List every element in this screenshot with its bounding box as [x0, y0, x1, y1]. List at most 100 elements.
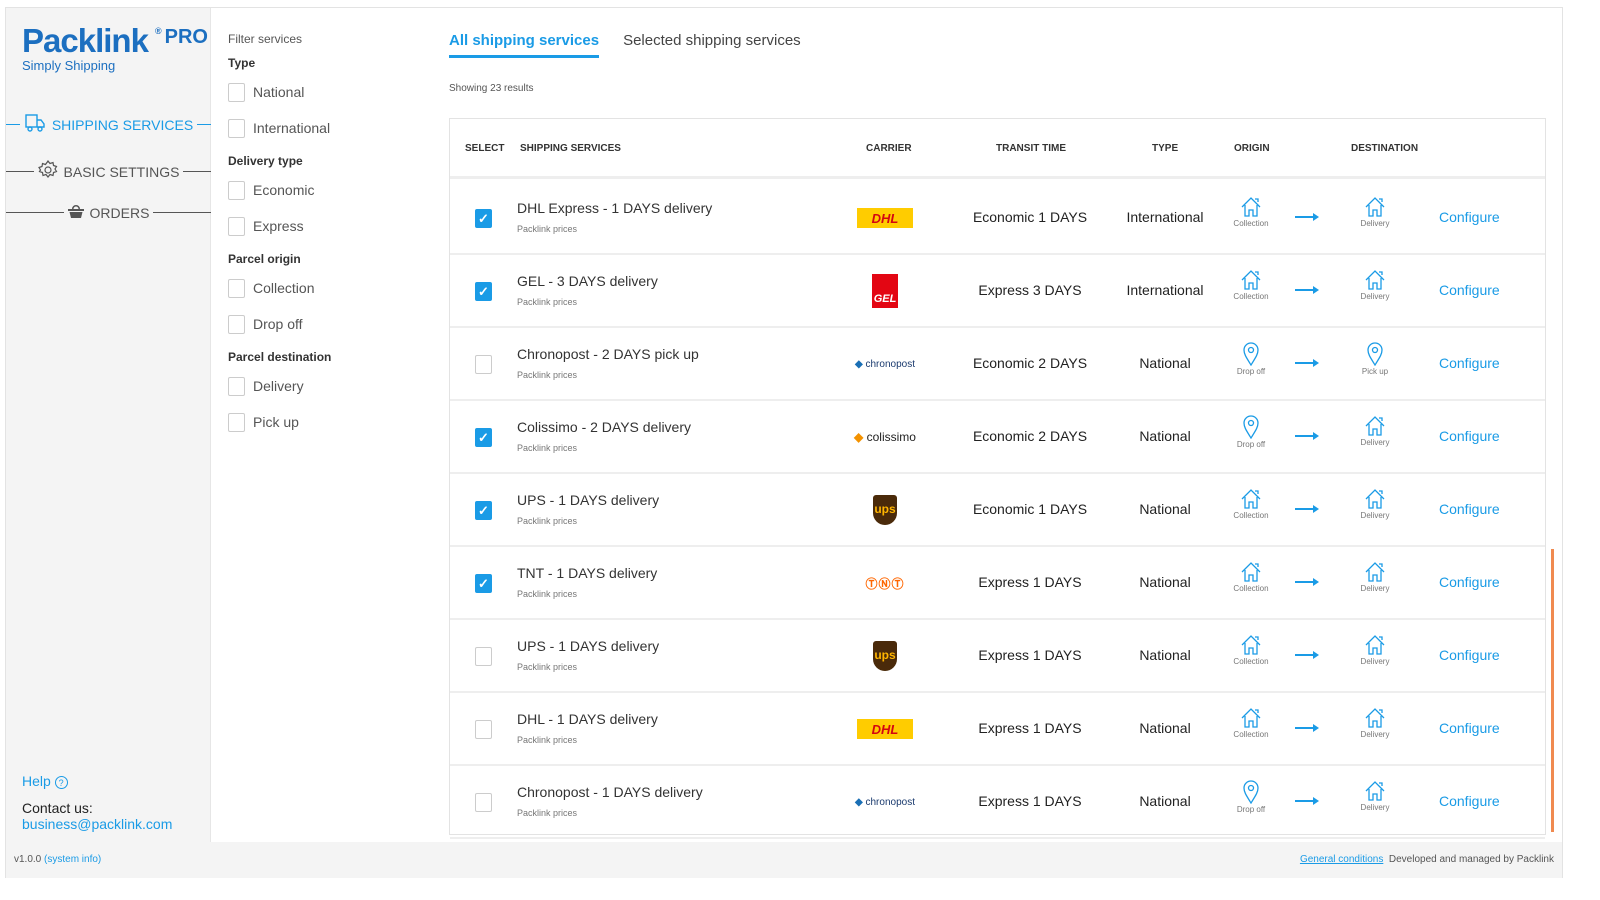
help-label: Help — [22, 773, 51, 789]
filter-option[interactable]: Drop off — [228, 306, 428, 342]
configure-link[interactable]: Configure — [1439, 428, 1500, 444]
tab-selected-services[interactable]: Selected shipping services — [623, 32, 801, 58]
filter-option[interactable]: Pick up — [228, 404, 428, 440]
service-name: Chronopost - 1 DAYS delivery — [517, 784, 703, 800]
version: v1.0.0 — [14, 854, 42, 865]
select-checkbox[interactable]: ✓ — [475, 574, 492, 593]
service-type: National — [1139, 355, 1191, 371]
help-link[interactable]: Help ? — [22, 773, 68, 789]
general-conditions-link[interactable]: General conditions — [1300, 854, 1383, 865]
filter-checkbox[interactable] — [228, 314, 245, 334]
filter-group: Parcel destination Delivery Pick up — [228, 350, 428, 440]
question-icon: ? — [54, 776, 68, 789]
filter-option-label: Pick up — [253, 414, 299, 430]
configure-link[interactable]: Configure — [1439, 720, 1500, 736]
origin: Collection — [1221, 488, 1281, 520]
origin: Collection — [1221, 196, 1281, 228]
configure-link[interactable]: Configure — [1439, 282, 1500, 298]
select-checkbox[interactable]: ✓ — [475, 209, 492, 228]
destination: Delivery — [1345, 415, 1405, 447]
service-name: Chronopost - 2 DAYS pick up — [517, 346, 699, 362]
filter-checkbox[interactable] — [228, 82, 245, 102]
service-name: Colissimo - 2 DAYS delivery — [517, 419, 692, 435]
select-checkbox[interactable] — [475, 793, 492, 812]
house-icon — [1345, 488, 1405, 510]
configure-link[interactable]: Configure — [1439, 574, 1500, 590]
filter-checkbox[interactable] — [228, 278, 245, 298]
destination: Delivery — [1345, 707, 1405, 739]
filter-option[interactable]: Economic — [228, 172, 428, 208]
transit-time: Express 1 DAYS — [978, 720, 1082, 736]
col-origin: ORIGIN — [1234, 143, 1270, 154]
service-type: National — [1139, 647, 1191, 663]
select-checkbox[interactable]: ✓ — [475, 501, 492, 520]
filter-option[interactable]: National — [228, 74, 428, 110]
nav-orders[interactable]: ORDERS — [6, 204, 211, 221]
origin: Collection — [1221, 269, 1281, 301]
filter-option[interactable]: Collection — [228, 270, 428, 306]
results-count: Showing 23 results — [449, 83, 534, 94]
select-checkbox[interactable] — [475, 355, 492, 374]
filter-option-label: National — [253, 84, 305, 100]
select-checkbox[interactable]: ✓ — [475, 428, 492, 447]
origin-label: Collection — [1233, 584, 1269, 593]
filter-option[interactable]: Delivery — [228, 368, 428, 404]
carrier-logo: ups — [850, 494, 920, 526]
origin: Drop off — [1221, 342, 1281, 376]
col-destination: DESTINATION — [1351, 143, 1419, 154]
carrier-logo: DHL — [850, 202, 920, 234]
filter-checkbox[interactable] — [228, 376, 245, 396]
managed-by: Developed and managed by Packlink — [1388, 854, 1554, 865]
tab-all-services[interactable]: All shipping services — [449, 32, 600, 58]
configure-link[interactable]: Configure — [1439, 501, 1500, 517]
arrow-right-icon — [1295, 286, 1319, 294]
filter-checkbox[interactable] — [228, 118, 245, 138]
house-icon — [1221, 269, 1281, 291]
contact-email-link[interactable]: business@packlink.com — [22, 816, 172, 832]
configure-link[interactable]: Configure — [1439, 355, 1500, 371]
filter-option[interactable]: International — [228, 110, 428, 146]
nav-line — [6, 212, 64, 213]
filter-checkbox[interactable] — [228, 412, 245, 432]
service-type: International — [1126, 209, 1204, 225]
map-pin-icon — [1221, 342, 1281, 366]
filter-option-label: Delivery — [253, 378, 304, 394]
arrow-right-icon — [1295, 724, 1319, 732]
select-checkbox[interactable] — [475, 647, 492, 666]
house-icon — [1221, 488, 1281, 510]
origin: Drop off — [1221, 780, 1281, 814]
scrollbar[interactable] — [1551, 549, 1554, 832]
contact: Contact us: business@packlink.com — [22, 800, 172, 832]
filter-option[interactable]: Express — [228, 208, 428, 244]
footer: v1.0.0 (system info) General conditions … — [6, 842, 1562, 878]
system-info-link[interactable]: (system info) — [44, 854, 101, 865]
configure-link[interactable]: Configure — [1439, 647, 1500, 663]
select-checkbox[interactable]: ✓ — [475, 282, 492, 301]
origin-label: Drop off — [1236, 805, 1266, 814]
house-icon — [1345, 634, 1405, 656]
destination: Delivery — [1345, 634, 1405, 666]
house-icon — [1345, 269, 1405, 291]
origin-label: Collection — [1233, 730, 1269, 739]
origin-label: Drop off — [1236, 440, 1266, 449]
nav-basic-settings[interactable]: BASIC SETTINGS — [6, 160, 212, 183]
configure-link[interactable]: Configure — [1439, 209, 1500, 225]
nav-label: ORDERS — [89, 204, 150, 221]
arrow-right-icon — [1295, 213, 1319, 221]
col-select: SELECT — [465, 143, 505, 154]
origin-label: Collection — [1233, 219, 1269, 228]
filter-checkbox[interactable] — [228, 180, 245, 200]
carrier-logo: ◆ colissimo — [854, 430, 916, 444]
price-note: Packlink prices — [517, 224, 578, 234]
carrier-logo: ⓉⓃⓉ — [865, 576, 905, 591]
nav-shipping-services[interactable]: SHIPPING SERVICES — [6, 113, 211, 136]
table-row: ✓ Colissimo - 2 DAYS delivery Packlink pri… — [450, 401, 1545, 474]
configure-link[interactable]: Configure — [1439, 793, 1500, 809]
nav-label: SHIPPING SERVICES — [51, 116, 194, 133]
transit-time: Economic 1 DAYS — [972, 209, 1088, 225]
select-checkbox[interactable] — [475, 720, 492, 739]
filter-checkbox[interactable] — [228, 216, 245, 236]
gear-icon — [37, 160, 58, 183]
nav-line — [183, 171, 212, 172]
price-note: Packlink prices — [517, 370, 578, 380]
